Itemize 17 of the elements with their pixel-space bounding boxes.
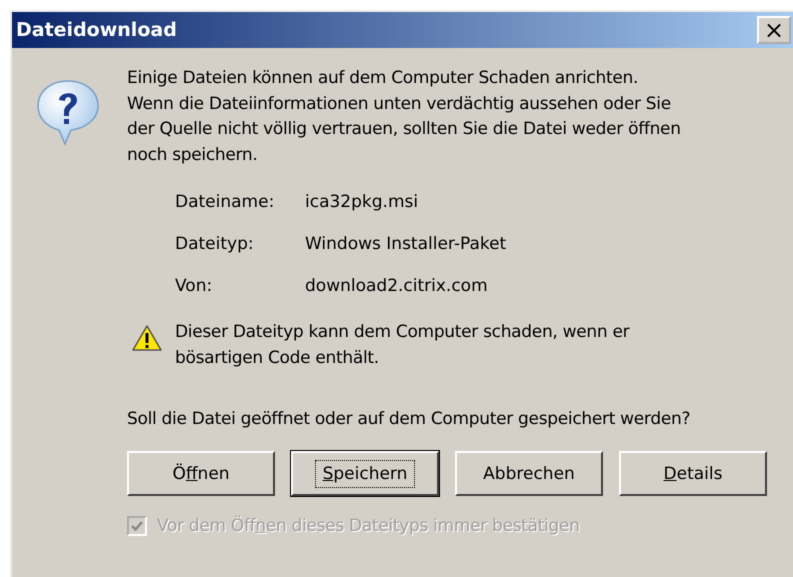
dialog-button[interactable]: Details — [619, 451, 767, 496]
question-text: Soll die Datei geöffnet oder auf dem Computer gespeichert werden? — [127, 409, 692, 429]
dialog-button[interactable]: Abbrechen — [455, 451, 603, 496]
detail-label: Von: — [175, 275, 214, 298]
dialog-button[interactable]: Speichern — [291, 451, 439, 496]
detail-value: Windows Installer-Paket — [305, 233, 508, 256]
detail-value: ica32pkg.msi — [305, 191, 420, 214]
window-title: Dateidownload — [16, 19, 177, 41]
detail-label: Dateiname: — [175, 191, 276, 214]
warning-text: Dieser Dateityp kann dem Computer schaden, wenn er bösartigen Code enthält. — [175, 321, 630, 370]
detail-label: Dateityp: — [175, 233, 255, 256]
question-icon — [35, 78, 101, 146]
dialog-button[interactable]: Öffnen — [127, 451, 275, 496]
warning-message: Einige Dateien können auf dem Computer Schaden anrichten. Wenn die Dateiinformationen unten verdächtig aussehen oder Sie der Quelle nicht völlig vertrauen, sollten Sie die Datei weder öffnen noch speichern. — [127, 67, 681, 166]
close-button[interactable]: × — [757, 16, 791, 44]
detail-value: download2.citrix.com — [305, 275, 489, 298]
warning-icon — [132, 325, 162, 351]
